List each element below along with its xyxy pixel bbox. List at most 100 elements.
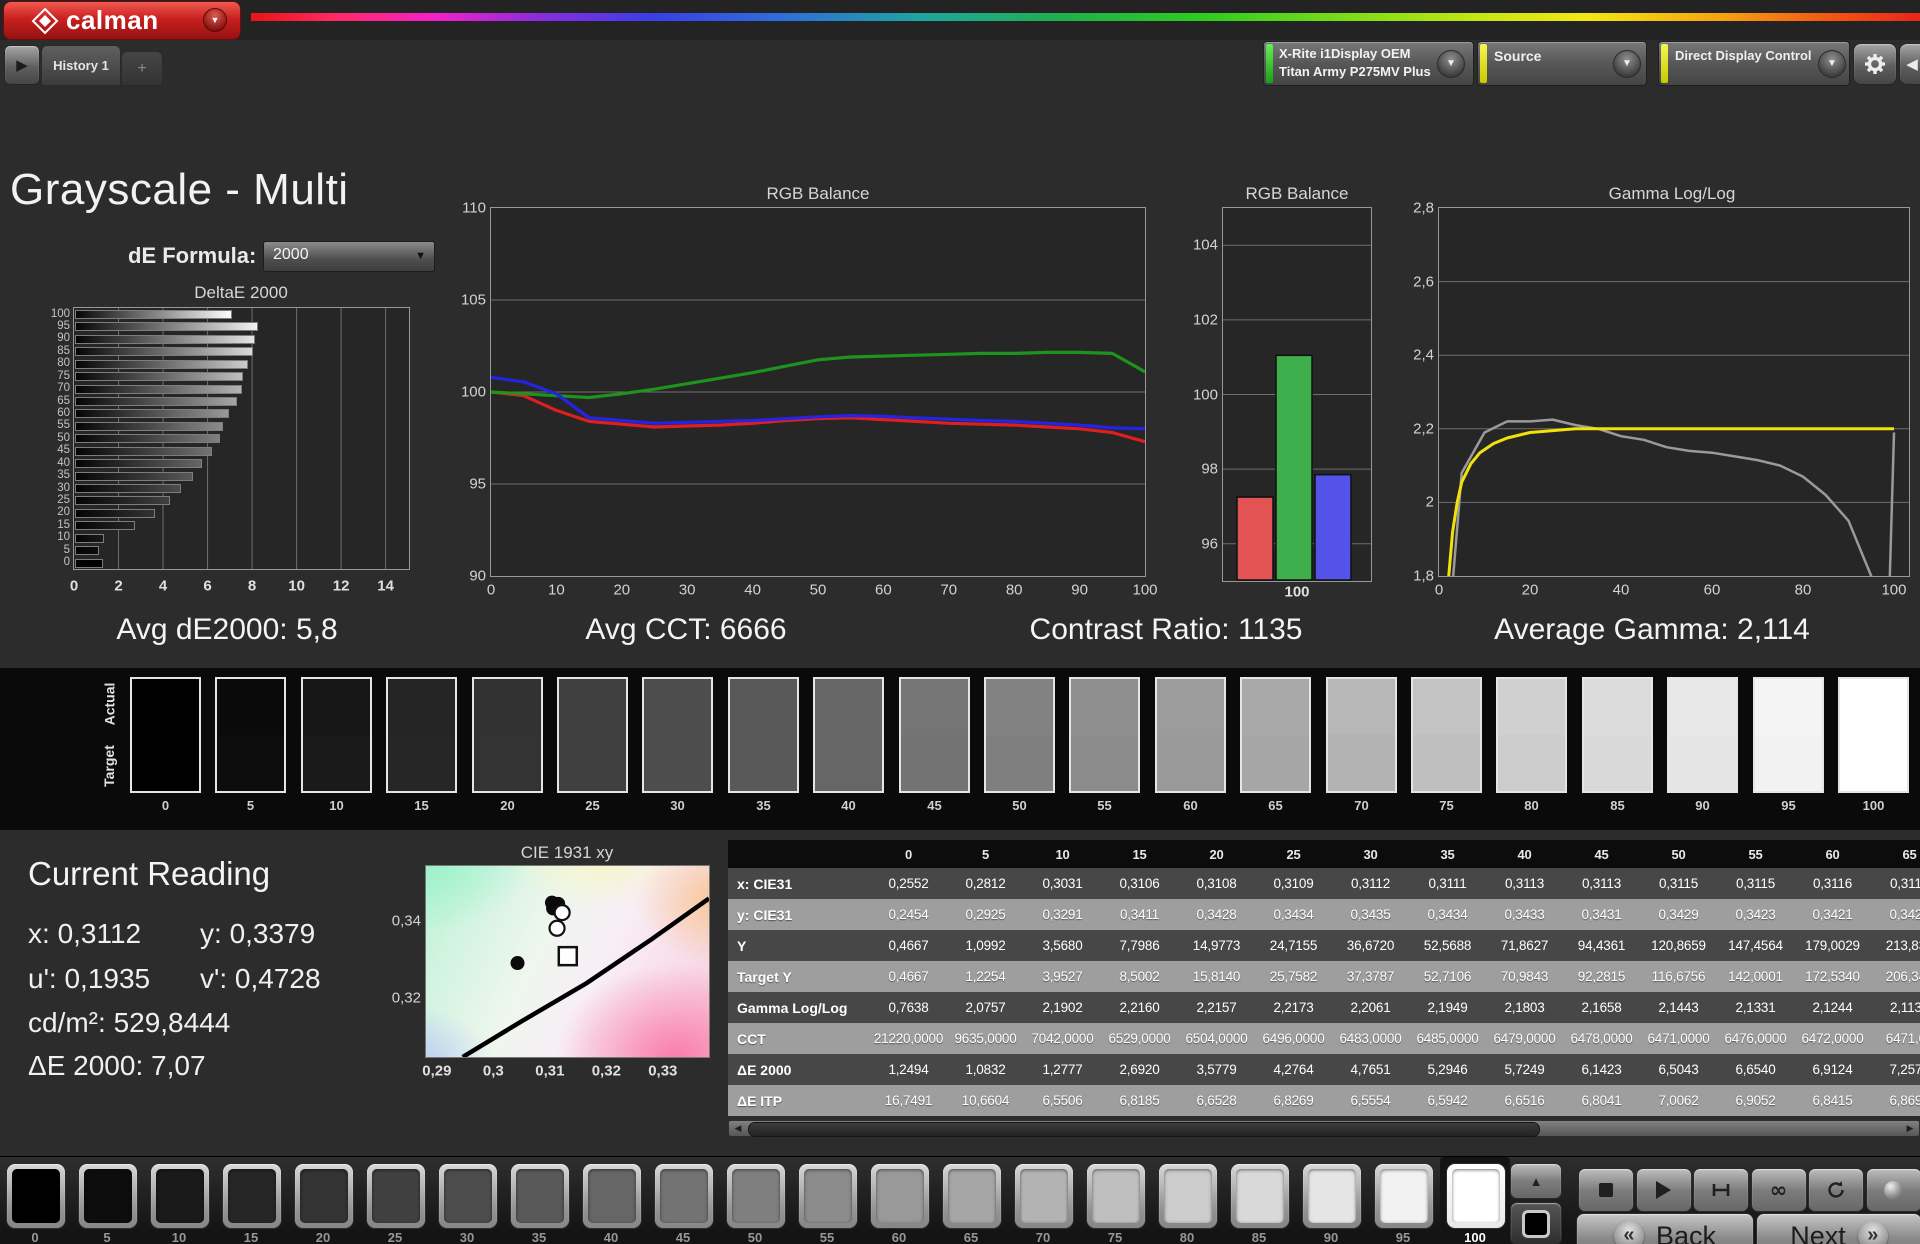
pattern-patch-button-10[interactable] — [150, 1163, 210, 1229]
grayscale-swatch-90 — [1667, 677, 1738, 793]
pattern-patch-button-60[interactable] — [870, 1163, 930, 1229]
deltae-x-tick: 0 — [69, 577, 79, 595]
de-formula-dropdown[interactable]: 2000 ▼ — [263, 241, 435, 272]
pattern-patch-button-5[interactable] — [78, 1163, 138, 1229]
frame-step-button[interactable] — [1693, 1168, 1749, 1212]
pattern-patch-button-30[interactable] — [438, 1163, 498, 1229]
deltae-y-tick: 50 — [57, 431, 70, 444]
pattern-up-button[interactable]: ▲ — [1510, 1163, 1562, 1199]
deltae-y-tick: 90 — [57, 332, 70, 345]
pattern-patch-button-70[interactable] — [1014, 1163, 1074, 1229]
pattern-patch-button-20[interactable] — [294, 1163, 354, 1229]
cie-x-tick: 0,31 — [535, 1062, 565, 1080]
grayscale-swatch-25 — [557, 677, 628, 793]
collapse-panel-button[interactable]: ◀ — [1899, 43, 1920, 85]
tab-history-1[interactable]: History 1 — [41, 45, 121, 86]
table-scrollbar[interactable]: ◀ ▶ — [728, 1120, 1920, 1137]
current-reading-title: Current Reading — [28, 855, 271, 892]
logo-dropdown-icon[interactable]: ▼ — [203, 8, 227, 32]
reading-luminance: cd/m²: 529,8444 — [28, 1007, 231, 1038]
deltae-y-tick: 5 — [63, 543, 70, 556]
avg-de2000-stat: Avg dE2000: 5,8 — [116, 613, 338, 646]
pattern-patch-button-95[interactable] — [1374, 1163, 1434, 1229]
pattern-patch-button-45[interactable] — [654, 1163, 714, 1229]
deltae-y-tick: 95 — [57, 319, 70, 332]
deltae-bar-30 — [75, 484, 182, 493]
swatch-level-label: 45 — [927, 798, 942, 813]
swatch-level-label: 80 — [1524, 798, 1539, 813]
pattern-patch-button-55[interactable] — [798, 1163, 858, 1229]
pattern-patch-button-85[interactable] — [1230, 1163, 1290, 1229]
pattern-patch-button-65[interactable] — [942, 1163, 1002, 1229]
scrollbar-thumb[interactable] — [748, 1122, 1540, 1137]
rgb-line-x-tick: 30 — [678, 581, 696, 599]
actual-axis-label: Actual — [101, 682, 118, 726]
deltae-bar-95 — [75, 322, 258, 332]
pattern-patch-button-90[interactable] — [1302, 1163, 1362, 1229]
settings-button[interactable] — [1853, 43, 1897, 85]
source-dropdown[interactable]: Source ▼ — [1477, 41, 1647, 86]
back-button[interactable]: « Back — [1576, 1213, 1754, 1244]
pattern-patch-button-75[interactable] — [1086, 1163, 1146, 1229]
stop-button[interactable] — [1578, 1168, 1634, 1212]
scroll-left-icon[interactable]: ◀ — [730, 1121, 746, 1136]
rgb-line-y-tick: 90 — [469, 567, 486, 585]
deltae-bar-15 — [75, 521, 135, 531]
pattern-patch-button-40[interactable] — [582, 1163, 642, 1229]
scroll-right-icon[interactable]: ▶ — [1902, 1121, 1918, 1136]
grayscale-swatch-30 — [642, 677, 713, 793]
pattern-patch-button-50[interactable] — [726, 1163, 786, 1229]
deltae-bar-50 — [75, 434, 220, 444]
deltae-bar-75 — [75, 372, 244, 382]
swatch-level-label: 65 — [1268, 798, 1283, 813]
deltae-bar-85 — [75, 347, 254, 357]
loop-button[interactable]: ∞ — [1750, 1168, 1807, 1212]
deltae-y-tick: 40 — [57, 456, 70, 469]
deltae-y-tick: 10 — [57, 531, 70, 544]
meter-dropdown[interactable]: X-Rite i1Display OEM Titan Army P275MV P… — [1263, 41, 1474, 86]
deltae-x-tick: 6 — [203, 577, 212, 595]
frame-step-icon — [1712, 1184, 1730, 1196]
deltae-bar-90 — [75, 334, 256, 344]
patch-level-label: 25 — [387, 1230, 403, 1244]
play-button[interactable] — [1635, 1168, 1692, 1212]
source-status-indicator — [1480, 44, 1487, 83]
reading-u: u': 0,1935 — [28, 963, 151, 994]
sphere-icon — [1884, 1180, 1903, 1200]
rgb-bar-y-tick: 98 — [1201, 460, 1218, 478]
rgb-line-chart-title: RGB Balance — [766, 184, 870, 203]
pattern-window-button[interactable] — [1510, 1202, 1562, 1244]
refresh-button[interactable] — [1808, 1168, 1864, 1212]
reading-y: y: 0,3379 — [200, 918, 316, 949]
display-control-dropdown[interactable]: Direct Display Control ▼ — [1658, 41, 1850, 86]
rgb-line-y-tick: 110 — [462, 199, 486, 217]
deltae-y-tick: 60 — [57, 406, 70, 419]
gamma-y-tick: 1,8 — [1413, 567, 1434, 585]
pattern-patch-button-100[interactable] — [1446, 1163, 1506, 1229]
pattern-patch-button-15[interactable] — [222, 1163, 282, 1229]
pattern-patch-button-0[interactable] — [6, 1163, 66, 1229]
meter-display-name: Titan Army P275MV Plus — [1279, 64, 1431, 79]
rgb-line-x-tick: 60 — [875, 581, 892, 599]
rgb-line-x-tick: 0 — [486, 581, 496, 599]
pattern-patch-button-35[interactable] — [510, 1163, 570, 1229]
patch-level-label: 45 — [675, 1230, 691, 1244]
add-tab-button[interactable]: + — [121, 51, 163, 86]
cie-x-tick: 0,29 — [422, 1062, 452, 1080]
next-button[interactable]: Next » — [1756, 1213, 1920, 1244]
session-play-button[interactable]: ▶ — [4, 45, 40, 85]
table-row: Gamma Log/Log 0,7638 2,0757 2,1902 2,2160 2,2… — [728, 992, 1920, 1023]
rgb-bar-chart-title: RGB Balance — [1245, 184, 1349, 203]
pattern-patch-button-80[interactable] — [1158, 1163, 1218, 1229]
table-row: y: CIE31 0,2454 0,2925 0,3291 0,3411 0,3428 0,… — [728, 899, 1920, 930]
sphere-button[interactable] — [1865, 1168, 1920, 1212]
rgb-balance-line-chart — [490, 207, 1146, 577]
grayscale-swatch-15 — [386, 677, 457, 793]
deltae-bar-65 — [75, 397, 237, 406]
pattern-patch-button-25[interactable] — [366, 1163, 426, 1229]
patch-level-label: 0 — [31, 1230, 39, 1244]
daylight-locus-curve — [461, 896, 709, 1057]
deltae-y-tick: 25 — [57, 493, 70, 506]
patch-level-label: 10 — [171, 1230, 187, 1244]
swatch-level-label: 90 — [1695, 798, 1710, 813]
